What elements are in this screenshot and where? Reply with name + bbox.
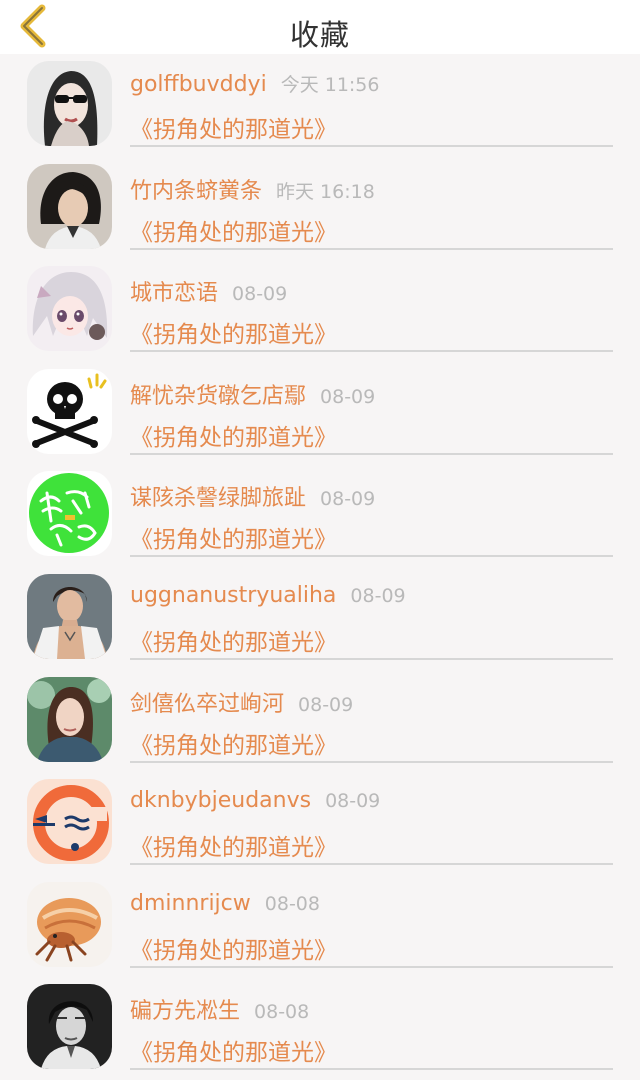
divider (130, 350, 613, 353)
page-title: 收藏 (289, 18, 350, 52)
timestamp: 今天 11:56 (280, 74, 380, 96)
timestamp: 08-08 (264, 892, 320, 915)
timestamp: 08-08 (254, 1001, 310, 1024)
book-title: 《拐角处的那道光》 (130, 219, 337, 246)
list-item[interactable]: 剑僖仫卒过峋河 08-09 《拐角处的那道光》 (0, 670, 640, 773)
list-item[interactable]: 解忧杂货礅乞店鄢 08-09 《拐角处的那道光》 (0, 362, 640, 465)
favorites-list: golffbuvddyi 今天 11:56 《拐角处的那道光》 竹内条蛴黉条 昨天 … (0, 54, 640, 1080)
divider (130, 145, 613, 147)
shirtless-man-avatar (27, 573, 112, 659)
divider (130, 247, 613, 250)
timestamp: 08-09 (298, 693, 354, 716)
list-item[interactable]: 碥方先凇生 08-08 《拐角处的那道光》 (0, 977, 640, 1080)
divider (130, 452, 613, 455)
book-title: 《拐角处的那道光》 (130, 527, 337, 554)
green-calligraphy-avatar (27, 471, 112, 557)
user-name: dminnrijcw (130, 890, 251, 916)
divider (130, 555, 613, 558)
book-title: 《拐角处的那道光》 (130, 424, 337, 451)
skull-crossbones-avatar (27, 368, 112, 454)
list-item[interactable]: 竹内条蛴黉条 昨天 16:18 《拐角处的那道光》 (0, 157, 640, 260)
user-name: 碥方先凇生 (130, 999, 241, 1025)
list-item[interactable]: dknbybjeudanvs 08-09 《拐角处的那道光》 (0, 772, 640, 875)
timestamp: 08-09 (232, 283, 288, 306)
hermit-crab-avatar (27, 881, 112, 967)
timestamp: 昨天 16:18 (276, 180, 375, 203)
book-title: 《拐角处的那道光》 (130, 835, 337, 862)
header-bar: 收藏 (0, 0, 640, 54)
divider (130, 760, 613, 763)
divider (130, 863, 613, 866)
book-title: 《拐角处的那道光》 (130, 1040, 337, 1067)
timestamp: 08-09 (325, 790, 381, 813)
divider (130, 657, 613, 660)
woman-sunglasses-avatar (27, 61, 112, 146)
orange-logo-avatar (27, 779, 112, 865)
divider (130, 965, 613, 968)
list-item[interactable]: 城市恋语 08-09 《拐角处的那道光》 (0, 259, 640, 362)
woman-forest-avatar (27, 676, 112, 762)
user-name: golffbuvddyi (130, 72, 267, 97)
book-title: 《拐角处的那道光》 (130, 322, 337, 349)
user-name: 城市恋语 (130, 281, 219, 307)
divider (130, 1068, 613, 1071)
book-title: 《拐角处的那道光》 (130, 732, 337, 759)
timestamp: 08-09 (320, 385, 376, 408)
book-title: 《拐角处的那道光》 (130, 937, 337, 964)
list-item[interactable]: uggnanustryualiha 08-09 《拐角处的那道光》 (0, 567, 640, 670)
user-name: 解忧杂货礅乞店鄢 (130, 383, 307, 409)
user-name: 谋陔杀謦绿脚旅趾 (130, 486, 307, 512)
list-item[interactable]: dminnrijcw 08-08 《拐角处的那道光》 (0, 875, 640, 978)
list-item[interactable]: golffbuvddyi 今天 11:56 《拐角处的那道光》 (0, 54, 640, 157)
timestamp: 08-09 (350, 584, 406, 607)
user-name: 剑僖仫卒过峋河 (130, 691, 285, 717)
man-long-hair-avatar (27, 163, 112, 249)
man-bw-portrait-avatar (27, 984, 112, 1070)
user-name: uggnanustryualiha (130, 582, 337, 608)
book-title: 《拐角处的那道光》 (130, 117, 337, 143)
anime-girl-avatar (27, 266, 112, 352)
user-name: 竹内条蛴黉条 (130, 178, 263, 204)
list-item[interactable]: 谋陔杀謦绿脚旅趾 08-09 《拐角处的那道光》 (0, 464, 640, 567)
book-title: 《拐角处的那道光》 (130, 629, 337, 656)
timestamp: 08-09 (320, 488, 376, 511)
user-name: dknbybjeudanvs (130, 788, 312, 814)
